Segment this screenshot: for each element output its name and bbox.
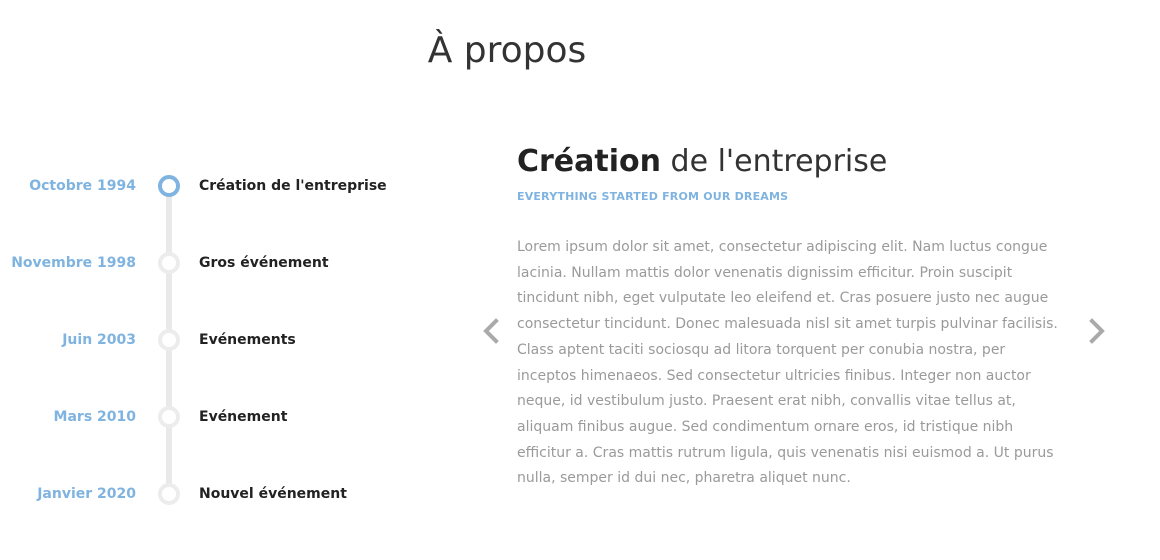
timeline-date: Juin 2003 <box>62 332 136 348</box>
event-detail: Création de l'entreprise EVERYTHING STAR… <box>517 142 1067 506</box>
timeline-dot-icon[interactable] <box>158 483 180 505</box>
timeline-item-1994[interactable]: Octobre 1994 Création de l'entreprise <box>0 166 470 206</box>
timeline-item-2010[interactable]: Mars 2010 Evénement <box>0 397 470 437</box>
timeline-label: Création de l'entreprise <box>199 178 387 194</box>
timeline-label: Evénements <box>199 332 296 348</box>
event-subtitle: EVERYTHING STARTED FROM OUR DREAMS <box>517 190 789 203</box>
timeline-dot-icon[interactable] <box>158 252 180 274</box>
timeline: Octobre 1994 Création de l'entreprise No… <box>0 160 470 520</box>
event-heading: Création de l'entreprise <box>517 142 1067 182</box>
timeline-item-2003[interactable]: Juin 2003 Evénements <box>0 320 470 360</box>
timeline-dot-active-icon[interactable] <box>158 175 180 197</box>
timeline-date: Janvier 2020 <box>37 486 136 502</box>
timeline-date: Octobre 1994 <box>29 178 136 194</box>
event-heading-bold: Création <box>517 144 661 179</box>
timeline-item-2020[interactable]: Janvier 2020 Nouvel événement <box>0 474 470 514</box>
next-slide-button[interactable] <box>1087 318 1107 344</box>
chevron-right-icon <box>1089 318 1105 344</box>
timeline-item-1998[interactable]: Novembre 1998 Gros événement <box>0 243 470 283</box>
event-heading-rest: de l'entreprise <box>661 144 888 179</box>
chevron-left-icon <box>483 318 499 344</box>
timeline-label: Gros événement <box>199 255 329 271</box>
timeline-date: Novembre 1998 <box>11 255 136 271</box>
timeline-date: Mars 2010 <box>53 409 136 425</box>
timeline-label: Evénement <box>199 409 288 425</box>
page-title: À propos <box>427 30 587 71</box>
event-description: Lorem ipsum dolor sit amet, consectetur … <box>517 239 1058 487</box>
timeline-dot-icon[interactable] <box>158 406 180 428</box>
timeline-label: Nouvel événement <box>199 486 347 502</box>
timeline-dot-icon[interactable] <box>158 329 180 351</box>
prev-slide-button[interactable] <box>481 318 501 344</box>
